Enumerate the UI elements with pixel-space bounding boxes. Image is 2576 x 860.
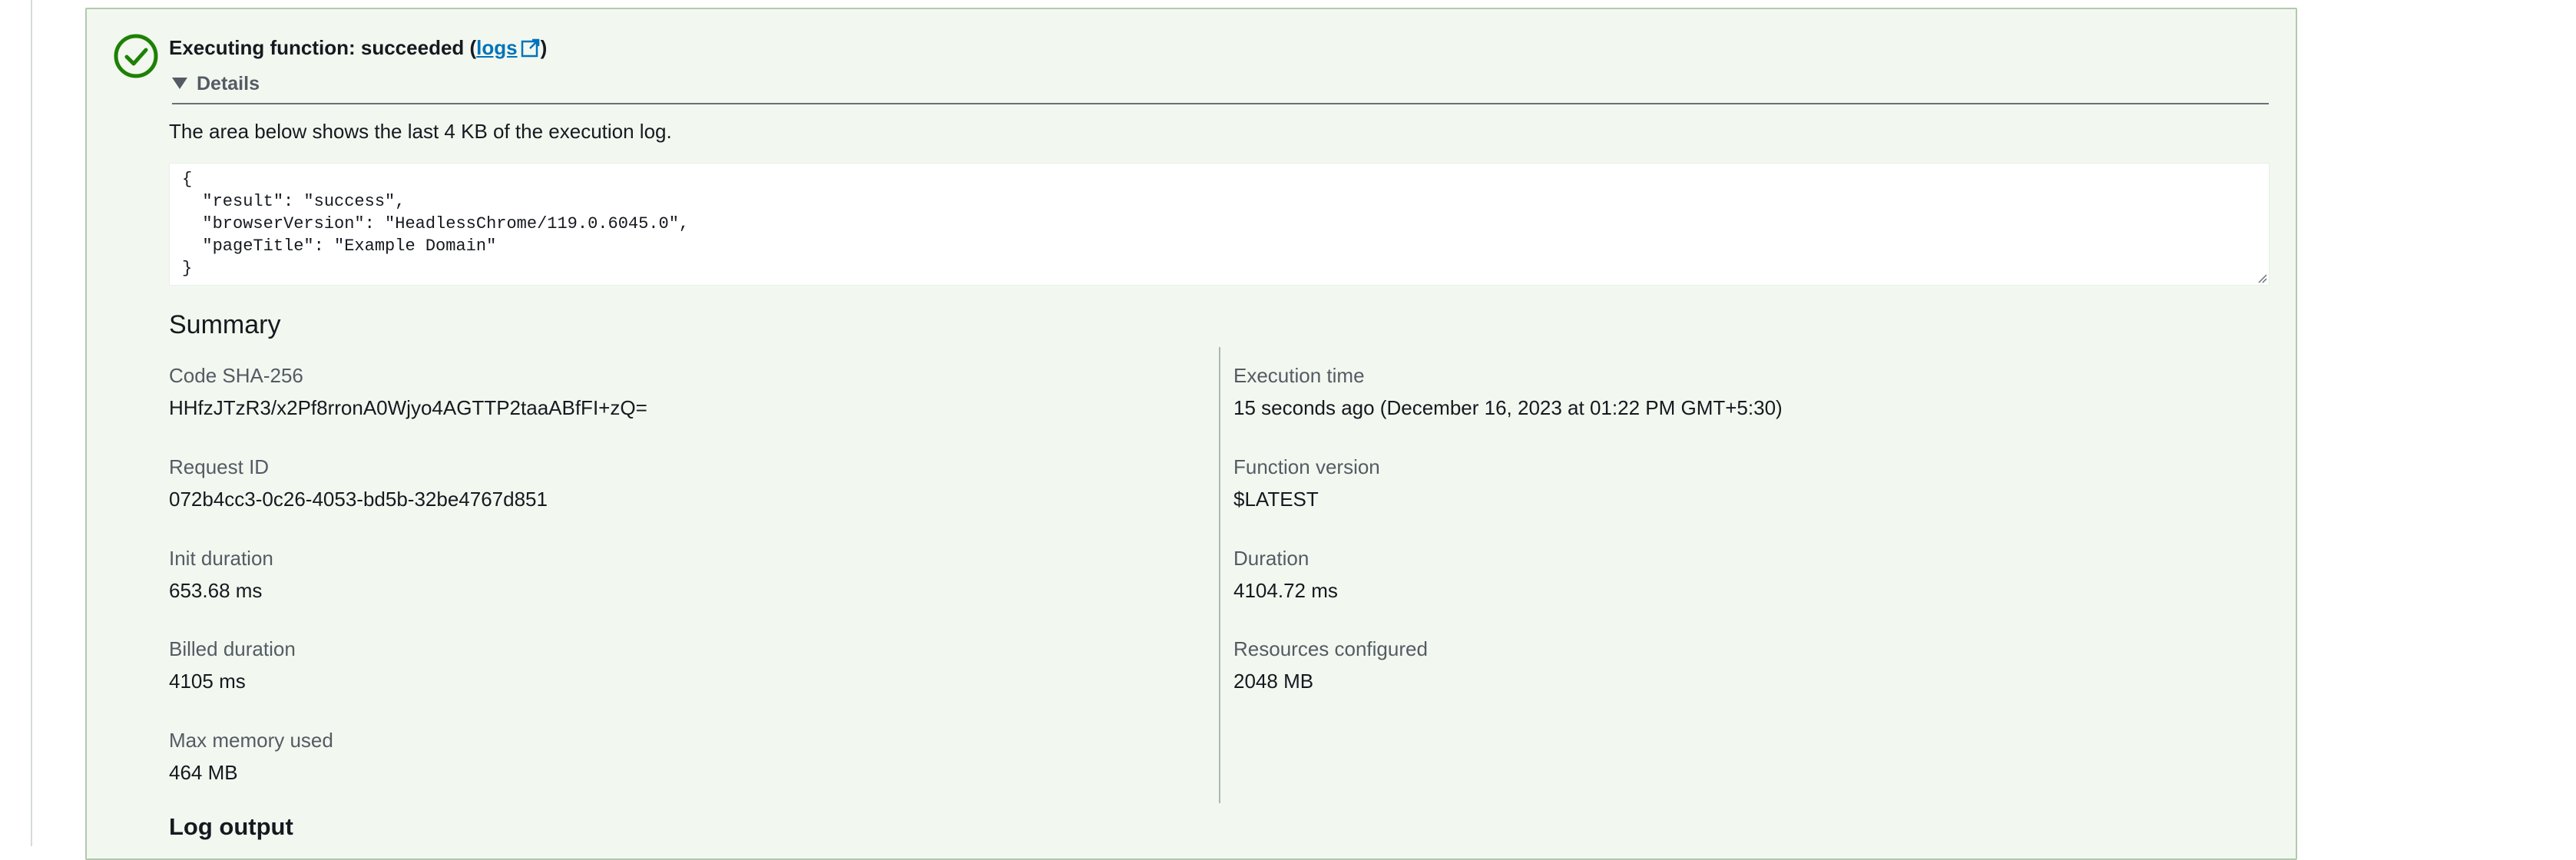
logs-link[interactable]: logs [476,36,540,59]
summary-label: Execution time [1233,364,1365,387]
summary-label: Max memory used [169,729,333,752]
summary-item-duration: Duration 4104.72 ms [1233,544,1338,605]
summary-label: Function version [1233,455,1380,478]
summary-item-init-duration: Init duration 653.68 ms [169,544,273,605]
summary-value: 15 seconds ago (December 16, 2023 at 01:… [1233,396,1783,419]
summary-heading: Summary [169,310,281,339]
caret-down-icon [172,78,187,89]
column-divider [1219,347,1220,803]
summary-value: 2048 MB [1233,670,1314,693]
check-circle-icon [114,34,158,78]
summary-item-request-id: Request ID 072b4cc3-0c26-4053-bd5b-32be4… [169,452,548,514]
summary-value: 4104.72 ms [1233,579,1338,602]
summary-item-billed-duration: Billed duration 4105 ms [169,634,296,696]
summary-value: 4105 ms [169,670,246,693]
summary-label: Duration [1233,547,1310,570]
external-link-icon [521,38,539,58]
summary-label: Billed duration [169,637,296,660]
status-suffix: ) [540,36,548,59]
execution-log-text: { "result": "success", "browserVersion":… [182,170,690,278]
log-description: The area below shows the last 4 KB of th… [169,120,672,143]
summary-item-max-memory: Max memory used 464 MB [169,726,333,787]
summary-label: Init duration [169,547,273,570]
summary-value: 653.68 ms [169,579,263,602]
logs-link-label: logs [476,36,518,59]
summary-value: 072b4cc3-0c26-4053-bd5b-32be4767d851 [169,488,548,511]
details-label: Details [197,73,260,94]
status-text: Executing function: succeeded ( [169,36,477,59]
summary-label: Request ID [169,455,270,478]
summary-item-execution-time: Execution time 15 seconds ago (December … [1233,361,1783,422]
summary-label: Code SHA-256 [169,364,303,387]
summary-label: Resources configured [1233,637,1428,660]
execution-status-heading: Executing function: succeeded (logs ) [169,32,547,63]
summary-item-code-sha: Code SHA-256 HHfzJTzR3/x2Pf8rronA0Wjyo4A… [169,361,647,422]
summary-value: $LATEST [1233,488,1319,511]
summary-value: HHfzJTzR3/x2Pf8rronA0Wjyo4AGTTP2taaABfFI… [169,396,647,419]
resize-grip-icon[interactable] [2255,271,2267,283]
execution-log-textarea[interactable]: { "result": "success", "browserVersion":… [169,163,2270,286]
page-left-border [31,0,32,846]
summary-value: 464 MB [169,761,238,784]
summary-item-function-version: Function version $LATEST [1233,452,1380,514]
details-toggle[interactable]: Details [172,69,2269,104]
log-output-heading: Log output [169,813,293,840]
summary-item-resources-configured: Resources configured 2048 MB [1233,634,1428,696]
